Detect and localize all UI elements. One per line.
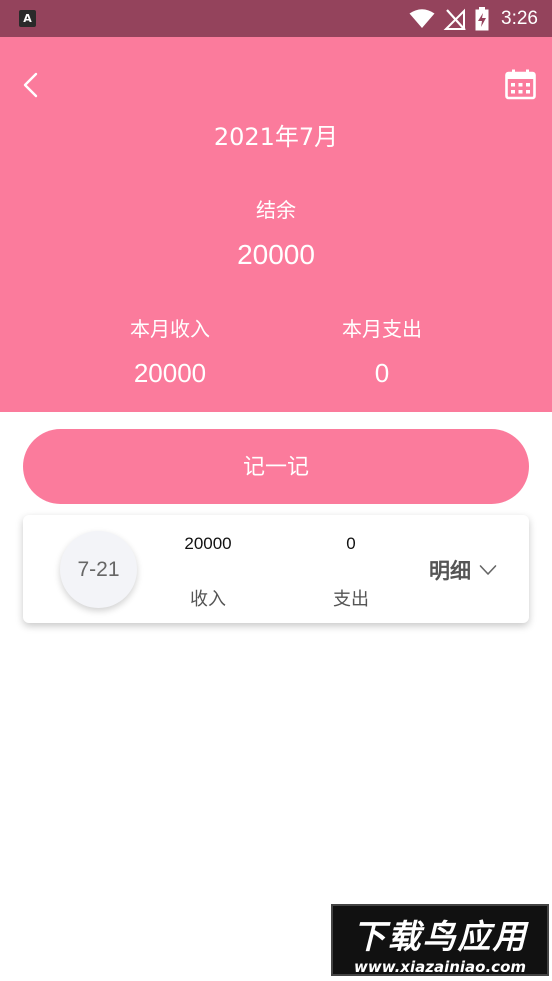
day-expense-label: 支出	[333, 589, 369, 610]
monthly-income-label: 本月收入	[130, 317, 210, 341]
back-button[interactable]	[18, 71, 46, 99]
chevron-down-icon	[479, 565, 497, 575]
battery-charging-icon	[475, 7, 489, 31]
detail-toggle[interactable]: 明细	[429, 555, 497, 585]
detail-label: 明细	[429, 559, 471, 583]
watermark-title: 下载鸟应用	[352, 917, 528, 956]
status-time: 3:26	[501, 8, 538, 29]
status-bar: A 3:26	[0, 0, 552, 37]
status-icons: 3:26	[409, 7, 538, 31]
app-notification-icon: A	[19, 10, 36, 27]
calendar-button[interactable]	[505, 69, 536, 100]
monthly-expense-value: 0	[374, 358, 390, 388]
record-button[interactable]: 记一记	[23, 429, 529, 504]
summary-header: 2021年7月 结余 20000 本月收入 20000 本月支出 0	[0, 37, 552, 412]
watermark-logo: 下载鸟应用 www.xiazainiao.com	[331, 904, 549, 976]
day-date-badge: 7-21	[60, 531, 137, 608]
month-title[interactable]: 2021年7月	[0, 117, 552, 152]
day-income-value: 20000	[184, 534, 232, 553]
day-income-label: 收入	[190, 589, 226, 610]
day-expense-value: 0	[346, 534, 356, 553]
watermark-url: www.xiazainiao.com	[353, 958, 527, 976]
calendar-icon	[505, 69, 536, 100]
balance-label: 结余	[256, 198, 296, 222]
wifi-icon	[409, 9, 435, 28]
day-summary-card[interactable]: 7-21 20000 收入 0 支出 明细	[23, 515, 529, 623]
balance-value: 20000	[237, 239, 315, 270]
monthly-income-value: 20000	[133, 358, 207, 388]
monthly-expense-label: 本月支出	[342, 317, 422, 341]
chevron-left-icon	[23, 72, 38, 98]
no-signal-icon	[443, 8, 466, 30]
